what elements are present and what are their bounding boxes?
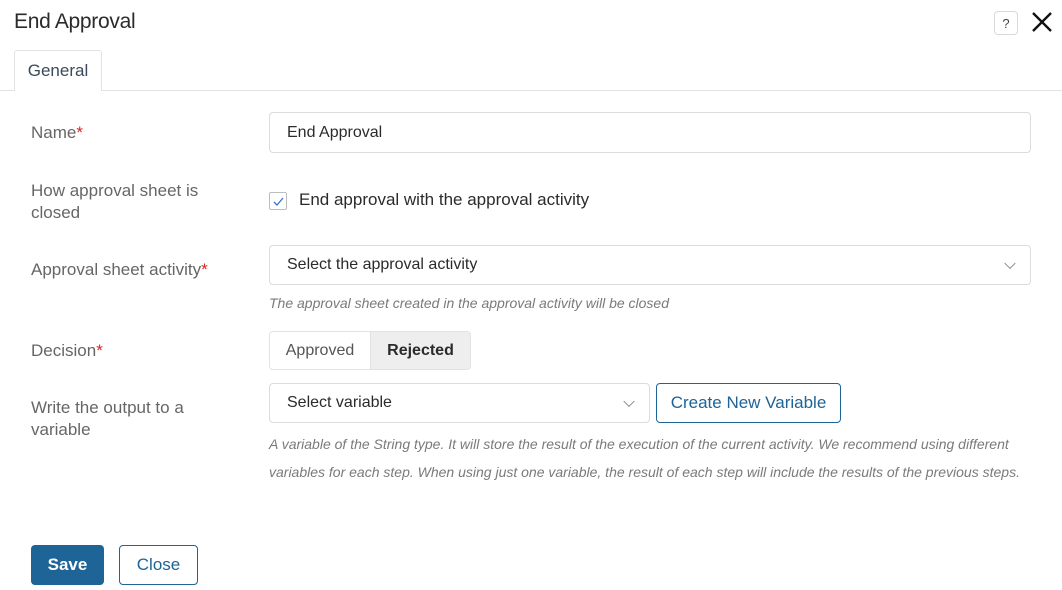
approval-activity-placeholder: Select the approval activity: [287, 256, 478, 273]
decision-label: Decision*: [31, 341, 103, 360]
close-button[interactable]: Close: [119, 545, 198, 585]
variable-select-placeholder: Select variable: [287, 394, 392, 411]
name-label: Name*: [31, 123, 83, 142]
create-new-variable-button[interactable]: Create New Variable: [656, 383, 841, 423]
decision-rejected-option[interactable]: Rejected: [371, 332, 470, 369]
name-input[interactable]: End Approval: [269, 112, 1031, 153]
name-input-value: End Approval: [287, 123, 383, 141]
help-button[interactable]: ?: [994, 11, 1018, 35]
help-question-icon: ?: [1002, 15, 1010, 31]
tabs-divider: [0, 90, 1062, 91]
tab-general[interactable]: General: [14, 50, 102, 91]
close-dialog-button[interactable]: [1030, 9, 1054, 35]
required-mark: *: [201, 260, 208, 279]
end-approval-checkbox[interactable]: [269, 192, 287, 210]
decision-toggle: Approved Rejected: [269, 331, 471, 370]
approval-activity-hint: The approval sheet created in the approv…: [269, 295, 669, 311]
required-mark: *: [96, 341, 103, 360]
dialog-title: End Approval: [14, 10, 136, 33]
approval-activity-label: Approval sheet activity*: [31, 260, 208, 279]
close-x-icon: [1032, 12, 1052, 32]
how-closed-label: How approval sheet is closed: [31, 181, 199, 222]
output-variable-hint: A variable of the String type. It will s…: [269, 436, 1020, 480]
chevron-down-icon: [1004, 257, 1016, 270]
checkmark-icon: [273, 197, 284, 206]
decision-approved-option[interactable]: Approved: [270, 332, 371, 369]
variable-select[interactable]: Select variable: [269, 383, 650, 423]
chevron-down-icon: [623, 395, 635, 408]
save-button[interactable]: Save: [31, 545, 104, 585]
required-mark: *: [76, 123, 83, 142]
approval-activity-select[interactable]: Select the approval activity: [269, 245, 1031, 285]
output-variable-label: Write the output to a variable: [31, 398, 184, 439]
tab-general-label: General: [27, 61, 89, 80]
end-approval-checkbox-label[interactable]: End approval with the approval activity: [299, 190, 589, 210]
